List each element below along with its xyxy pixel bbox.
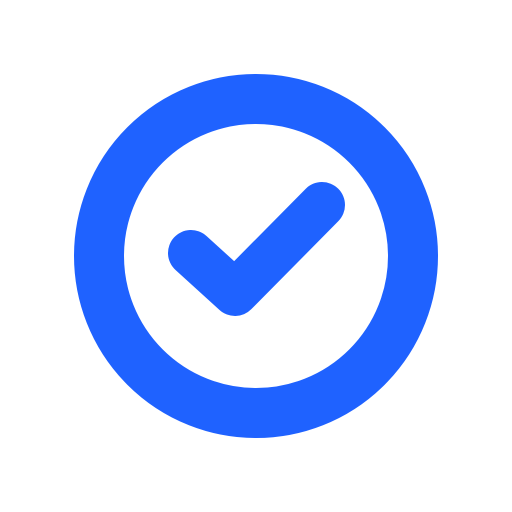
check-circle-icon [0, 0, 512, 512]
checkmark [168, 182, 345, 316]
icon-canvas [0, 0, 512, 512]
check-circle-svg [74, 74, 438, 438]
